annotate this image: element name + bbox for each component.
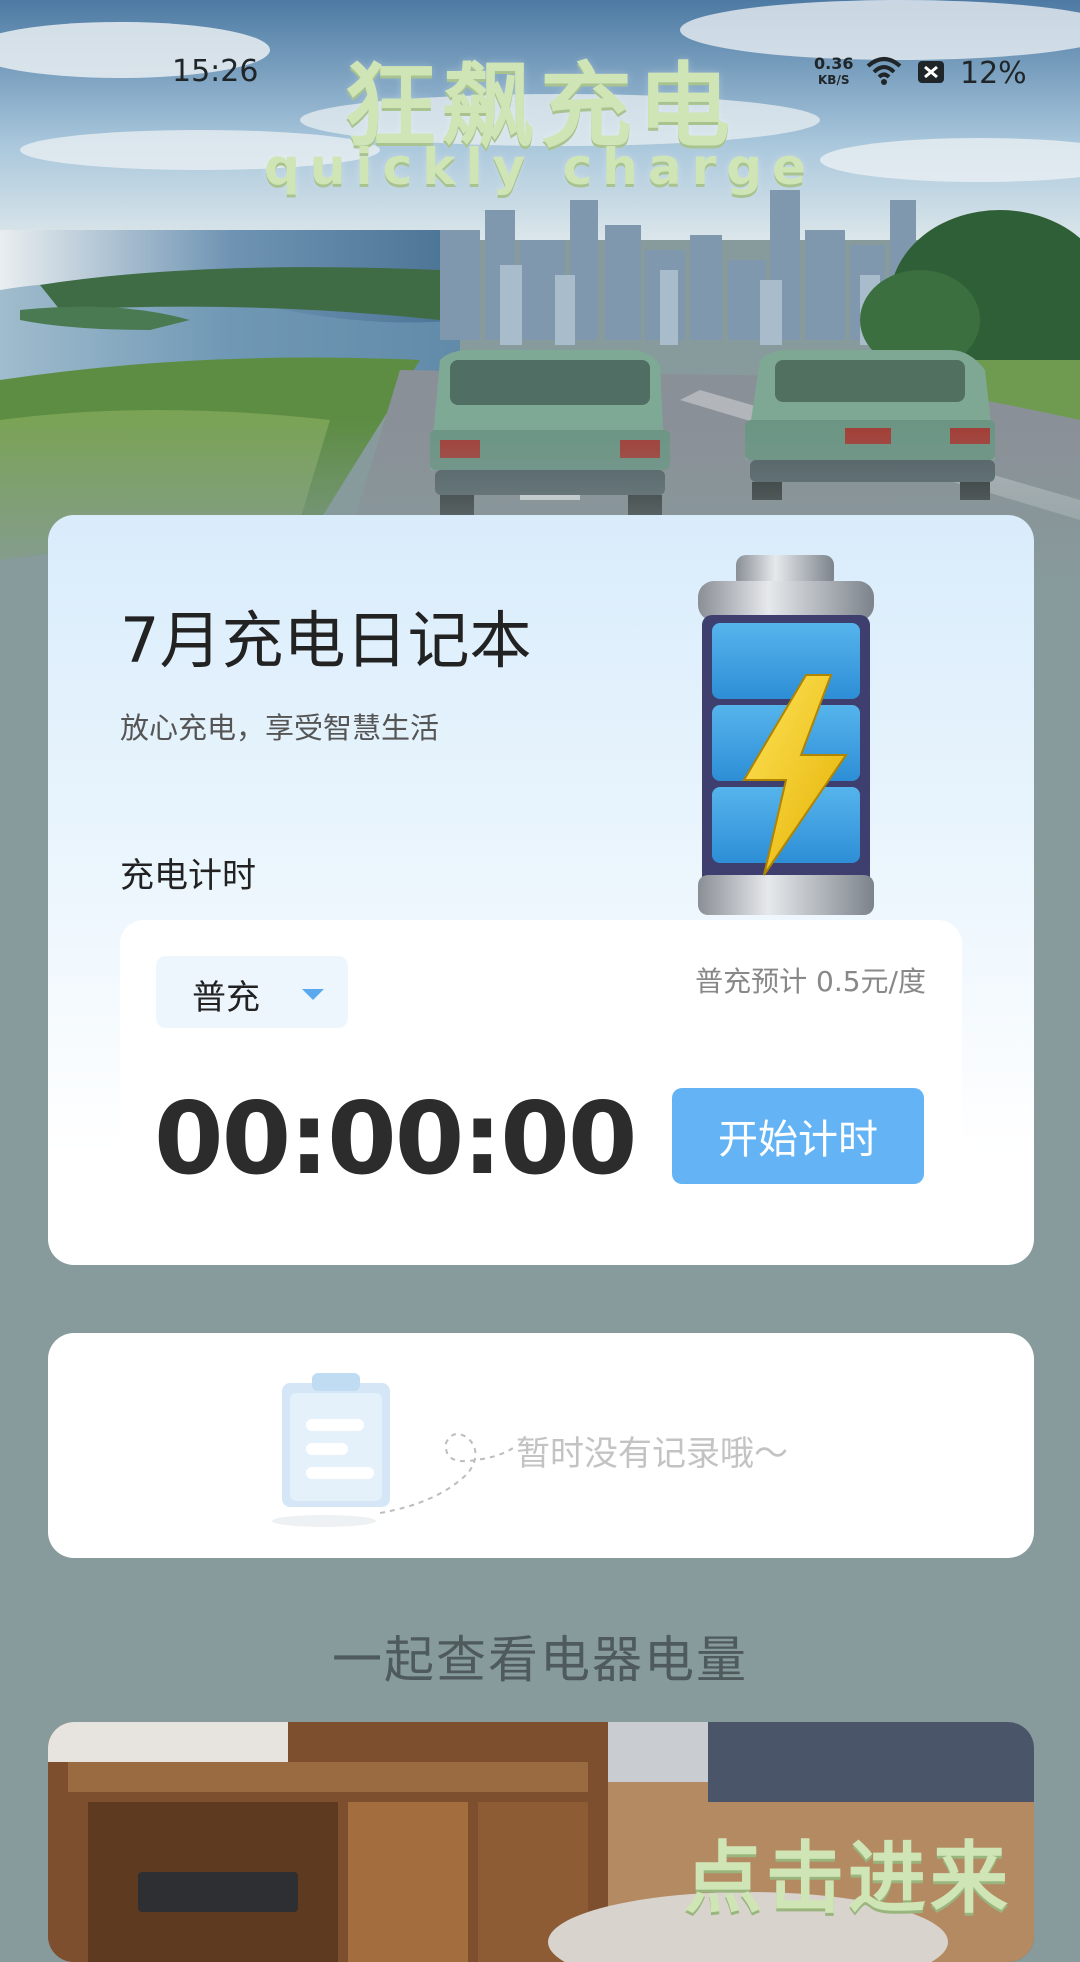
timer-display: 00:00:00 — [154, 1080, 637, 1197]
enter-label: 点击进来 — [684, 1833, 1013, 1924]
charge-mode-value: 普充 — [192, 978, 260, 1018]
appliance-entry-card[interactable]: 点击进来 — [48, 1722, 1034, 1962]
appliance-section-heading: 一起查看电器电量 — [332, 1631, 748, 1689]
charging-diary-card: 7月充电日记本 放心充电，享受智慧生活 充电计时 普充 普充预计 0.5元/度 … — [48, 515, 1034, 1265]
charge-mode-dropdown[interactable]: 普充 — [156, 956, 348, 1028]
records-card: 暂时没有记录哦～ — [48, 1333, 1034, 1558]
diary-subtitle: 放心充电，享受智慧生活 — [120, 711, 440, 745]
diary-title: 7月充电日记本 — [120, 604, 532, 677]
price-estimate: 普充预计 0.5元/度 — [695, 965, 926, 998]
timer-panel: 普充 普充预计 0.5元/度 00:00:00 开始计时 — [120, 920, 962, 1220]
charging-timer-label: 充电计时 — [120, 856, 256, 896]
clipboard-icon — [268, 1363, 528, 1537]
chevron-down-icon — [302, 989, 324, 1000]
app-subtitle: quickly charge — [264, 138, 816, 196]
start-timer-button[interactable]: 开始计时 — [672, 1088, 924, 1184]
empty-records-text: 暂时没有记录哦～ — [516, 1434, 788, 1474]
battery-illustration — [636, 555, 936, 919]
